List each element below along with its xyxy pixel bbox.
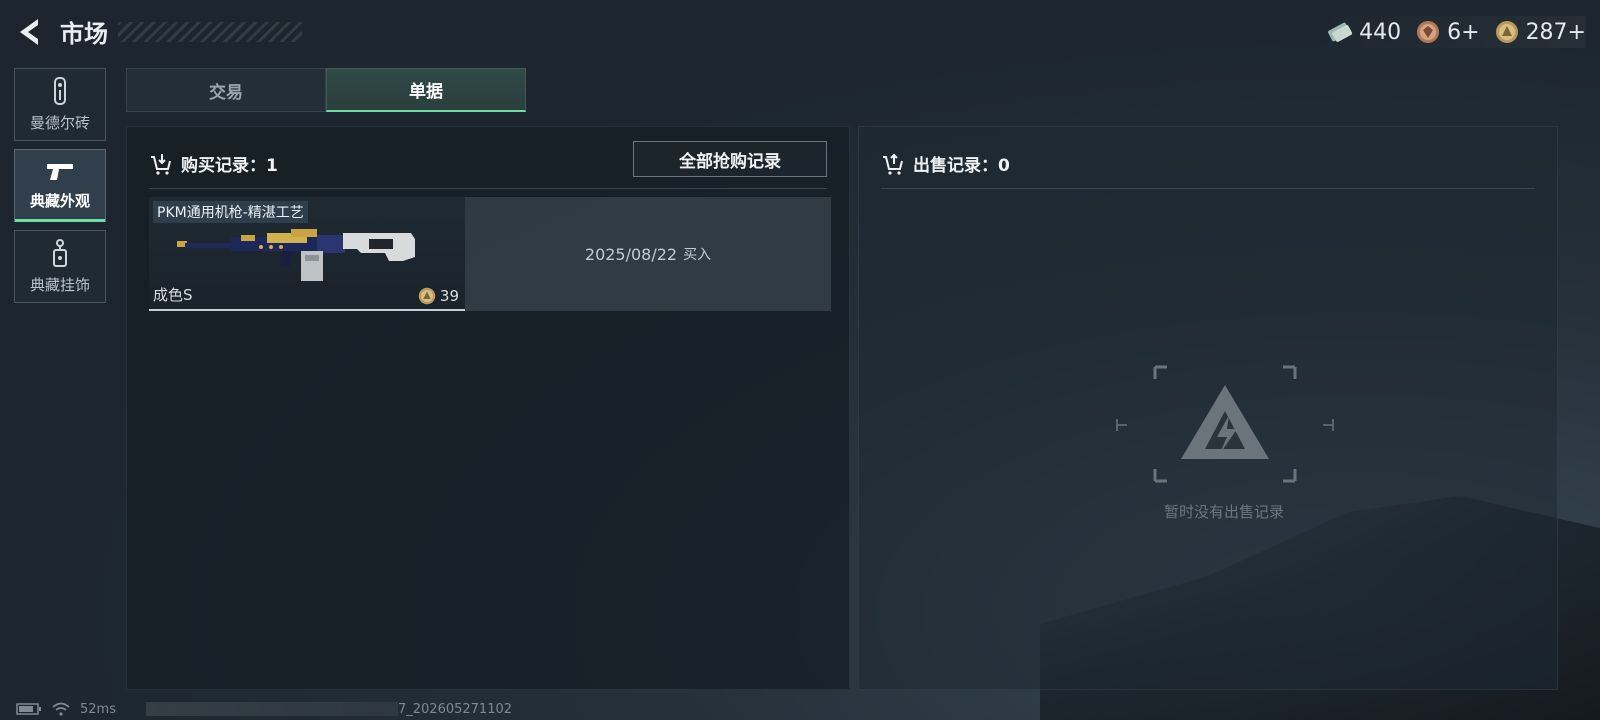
cash-value: 440 [1359,19,1402,45]
sale-count-label: 出售记录：0 [913,156,1010,176]
battery-icon [16,703,41,715]
empty-state-logo-icon [1116,365,1334,483]
charm-icon [53,239,67,267]
record-info: 2025/08/22 买入 [465,197,831,311]
wifi-icon [52,702,70,716]
purchase-record-row[interactable]: PKM通用机枪-精湛工艺 成色S 39 2025/08/22 买入 [149,197,831,311]
tab-trade[interactable]: 交易 [126,68,326,112]
sidebar-item-label: 典藏挂饰 [29,276,90,294]
purchase-panel: 购买记录：1 全部抢购记录 PKM通用机枪-精湛工艺 成色S 39 2025/0… [126,126,850,690]
header: 市场 440 6+ 287+ [0,0,1600,62]
item-card[interactable]: PKM通用机枪-精湛工艺 成色S 39 [149,197,465,311]
page-title: 市场 [60,20,108,48]
sale-panel: 出售记录：0 暂时没有出售记录 [858,126,1558,690]
currency-bar: 440 6+ 287+ [1317,16,1586,48]
status-footer: 52ms 7_202605271102 [0,698,1600,720]
record-action: 买入 [683,247,712,263]
sidebar-item-mandel-brick[interactable]: 曼德尔砖 [14,68,106,141]
gem-icon [1415,19,1441,45]
currency-cash[interactable]: 440 [1327,19,1401,45]
item-price: 39 [418,287,459,305]
coin-icon [418,287,436,305]
item-price-value: 39 [439,287,459,305]
sale-header: 出售记录：0 [881,139,1535,189]
ping-value: 52ms [80,701,116,717]
sidebar-item-label: 典藏外观 [29,192,90,210]
cash-icon [1327,19,1353,45]
gem-value: 6+ [1447,19,1480,45]
coin-icon [1494,19,1520,45]
sidebar-item-collection-skins[interactable]: 典藏外观 [14,149,106,222]
currency-gem[interactable]: 6+ [1415,19,1480,45]
title-decoration [118,22,302,42]
build-version: 7_202605271102 [397,701,513,717]
cart-upload-icon [883,153,903,175]
build-redacted-bar [145,702,398,716]
sidebar-item-label: 曼德尔砖 [29,114,90,132]
coin-value: 287+ [1525,19,1586,45]
sale-title: 出售记录：0 [881,151,1010,176]
purchase-title: 购买记录：1 [149,151,278,176]
cart-download-icon [151,153,171,175]
purchase-count-label: 购买记录：1 [181,156,278,176]
sidebar-item-collection-charms[interactable]: 典藏挂饰 [14,230,106,303]
all-rush-records-button[interactable]: 全部抢购记录 [633,141,827,177]
back-button[interactable] [14,16,44,48]
back-arrow-icon [20,19,38,45]
item-name: PKM通用机枪-精湛工艺 [153,201,308,223]
empty-sale-message: 暂时没有出售记录 [1163,503,1284,521]
tab-bar: 交易 单据 [126,68,526,112]
record-date: 2025/08/22 [584,244,678,264]
tab-orders[interactable]: 单据 [326,68,526,112]
purchase-header: 购买记录：1 全部抢购记录 [149,139,827,189]
brick-icon [54,77,66,105]
pistol-icon [47,164,73,180]
item-grade: 成色S [153,286,193,304]
currency-coin[interactable]: 287+ [1494,19,1586,45]
category-sidebar: 曼德尔砖 典藏外观 典藏挂饰 [14,68,106,311]
machine-gun-image [177,229,415,281]
